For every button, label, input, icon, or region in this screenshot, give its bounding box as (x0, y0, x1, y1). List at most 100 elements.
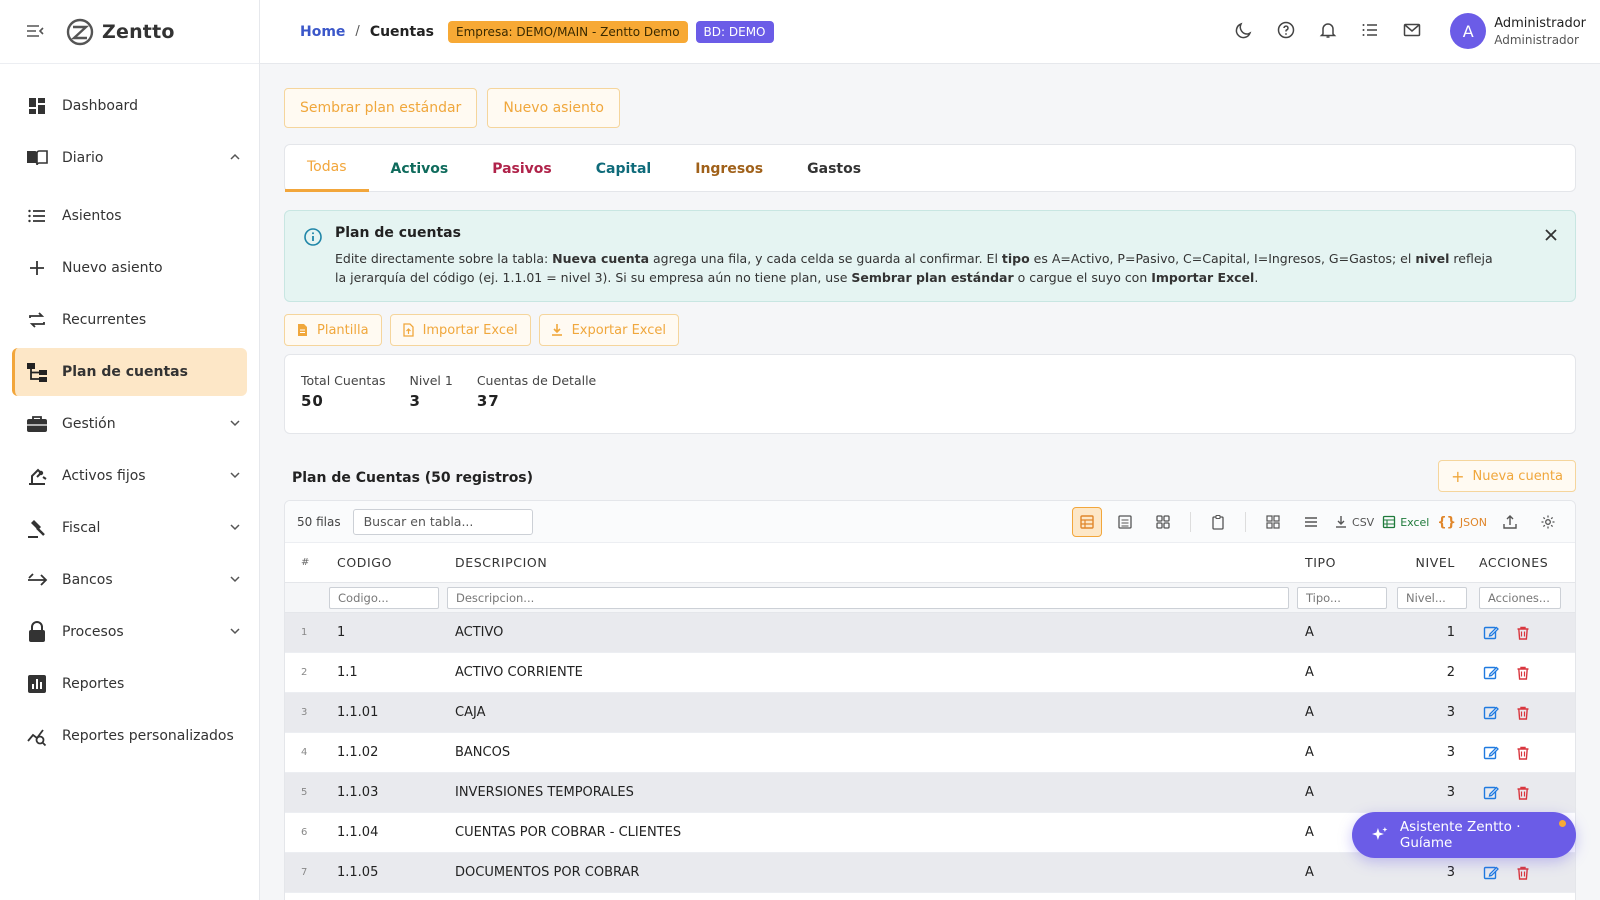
tab-activos[interactable]: Activos (369, 145, 471, 192)
table-row[interactable]: 7 1.1.05 DOCUMENTOS POR COBRAR A 3 (285, 853, 1575, 893)
share-upload-icon[interactable] (1495, 507, 1525, 537)
cell-tipo[interactable]: A (1297, 665, 1387, 680)
cell-nivel[interactable]: 3 (1387, 745, 1457, 760)
chevron-up-icon[interactable] (229, 151, 241, 163)
breadcrumb-home[interactable]: Home (300, 24, 345, 40)
cell-codigo[interactable]: 1.1.05 (329, 865, 447, 880)
new-account-button[interactable]: + Nueva cuenta (1438, 460, 1576, 492)
cell-tipo[interactable]: A (1297, 625, 1387, 640)
chevron-down-icon[interactable] (229, 417, 241, 429)
export-excel-button[interactable]: Exportar Excel (538, 314, 680, 346)
sidebar-item-diario[interactable]: Diario (12, 134, 247, 182)
cell-codigo[interactable]: 1.1.03 (329, 785, 447, 800)
export-csv-button[interactable]: CSV (1334, 507, 1374, 537)
col-header-tipo[interactable]: TIPO (1297, 555, 1387, 570)
notifications-icon[interactable] (1318, 20, 1338, 40)
cell-nivel[interactable]: 3 (1387, 705, 1457, 720)
list-view-icon[interactable] (1110, 507, 1140, 537)
chevron-down-icon[interactable] (229, 625, 241, 637)
close-icon[interactable] (1543, 227, 1559, 243)
sidebar-item-procesos[interactable]: Procesos (12, 608, 247, 656)
sidebar-item-plan-de-cuentas[interactable]: Plan de cuentas (12, 348, 247, 396)
cell-tipo[interactable]: A (1297, 705, 1387, 720)
cell-nivel[interactable]: 3 (1387, 785, 1457, 800)
delete-icon[interactable] (1515, 625, 1531, 641)
task-list-icon[interactable] (1360, 20, 1380, 40)
filter-tipo-input[interactable]: Tipo... (1297, 586, 1387, 609)
cell-tipo[interactable]: A (1297, 745, 1387, 760)
user-menu[interactable]: A Administrador Administrador (1450, 13, 1586, 49)
cell-descripcion[interactable]: DOCUMENTOS POR COBRAR (447, 865, 1297, 880)
help-icon[interactable] (1276, 20, 1296, 40)
cell-codigo[interactable]: 1 (329, 625, 447, 640)
cell-descripcion[interactable]: CAJA (447, 705, 1297, 720)
filter-nivel-input[interactable]: Nivel... (1397, 586, 1467, 609)
row-density-icon[interactable] (1296, 507, 1326, 537)
edit-icon[interactable] (1483, 705, 1499, 721)
table-row[interactable]: 5 1.1.03 INVERSIONES TEMPORALES A 3 (285, 773, 1575, 813)
filter-codigo-input[interactable]: Codigo... (329, 586, 439, 609)
sidebar-item-asientos[interactable]: Asientos (12, 192, 247, 240)
cell-codigo[interactable]: 1.1.01 (329, 705, 447, 720)
cell-nivel[interactable]: 1 (1387, 625, 1457, 640)
tab-todas[interactable]: Todas (285, 145, 369, 192)
delete-icon[interactable] (1515, 705, 1531, 721)
edit-icon[interactable] (1483, 785, 1499, 801)
import-excel-button[interactable]: Importar Excel (389, 314, 531, 346)
table-row[interactable]: 1 1 ACTIVO A 1 (285, 613, 1575, 653)
grid-density-icon[interactable] (1258, 507, 1288, 537)
avatar[interactable]: A (1450, 13, 1487, 49)
cell-codigo[interactable]: 1.1.04 (329, 825, 447, 840)
cell-descripcion[interactable]: ACTIVO CORRIENTE (447, 665, 1297, 680)
delete-icon[interactable] (1515, 665, 1531, 681)
sidebar-item-dashboard[interactable]: Dashboard (12, 82, 247, 130)
tab-capital[interactable]: Capital (574, 145, 673, 192)
delete-icon[interactable] (1515, 865, 1531, 881)
chevron-down-icon[interactable] (229, 521, 241, 533)
table-row[interactable]: 3 1.1.01 CAJA A 3 (285, 693, 1575, 733)
seed-plan-button[interactable]: Sembrar plan estándar (284, 88, 478, 128)
col-header-codigo[interactable]: CODIGO (329, 555, 447, 570)
dark-mode-icon[interactable] (1234, 20, 1254, 40)
delete-icon[interactable] (1515, 745, 1531, 761)
table-search-input[interactable]: Buscar en tabla... (352, 508, 533, 535)
cell-nivel[interactable]: 3 (1387, 865, 1457, 880)
cell-tipo[interactable]: A (1297, 865, 1387, 880)
cell-descripcion[interactable]: ACTIVO (447, 625, 1297, 640)
assistant-button[interactable]: Asistente Zentto · Guíame (1352, 812, 1576, 858)
settings-gear-icon[interactable] (1533, 507, 1563, 537)
sidebar-item-fiscal[interactable]: Fiscal (12, 504, 247, 552)
sidebar-item-gestión[interactable]: Gestión (12, 400, 247, 448)
sidebar-item-activos-fijos[interactable]: Activos fijos (12, 452, 247, 500)
edit-icon[interactable] (1483, 665, 1499, 681)
delete-icon[interactable] (1515, 785, 1531, 801)
new-entry-button[interactable]: Nuevo asiento (487, 88, 620, 128)
chevron-down-icon[interactable] (229, 573, 241, 585)
cell-descripcion[interactable]: CUENTAS POR COBRAR - CLIENTES (447, 825, 1297, 840)
export-excel-grid-button[interactable]: Excel (1382, 507, 1429, 537)
col-header-nivel[interactable]: NIVEL (1387, 555, 1457, 570)
edit-icon[interactable] (1483, 745, 1499, 761)
col-header-descripcion[interactable]: DESCRIPCION (447, 555, 1297, 570)
edit-icon[interactable] (1483, 865, 1499, 881)
cell-codigo[interactable]: 1.1 (329, 665, 447, 680)
mail-icon[interactable] (1402, 20, 1422, 40)
table-view-icon[interactable] (1072, 507, 1103, 537)
clipboard-icon[interactable] (1203, 507, 1233, 537)
cell-codigo[interactable]: 1.1.02 (329, 745, 447, 760)
edit-icon[interactable] (1483, 625, 1499, 641)
cell-tipo[interactable]: A (1297, 785, 1387, 800)
sidebar-item-reportes[interactable]: Reportes (12, 660, 247, 708)
collapse-menu-icon[interactable] (26, 24, 46, 40)
table-row[interactable]: 2 1.1 ACTIVO CORRIENTE A 2 (285, 653, 1575, 693)
cell-descripcion[interactable]: INVERSIONES TEMPORALES (447, 785, 1297, 800)
tab-pasivos[interactable]: Pasivos (470, 145, 574, 192)
chevron-down-icon[interactable] (229, 469, 241, 481)
table-row[interactable]: 4 1.1.02 BANCOS A 3 (285, 733, 1575, 773)
cell-descripcion[interactable]: BANCOS (447, 745, 1297, 760)
sidebar-item-bancos[interactable]: Bancos (12, 556, 247, 604)
sidebar-item-reportes-personalizados[interactable]: Reportes personalizados (12, 712, 247, 760)
card-view-icon[interactable] (1148, 507, 1178, 537)
cell-nivel[interactable]: 2 (1387, 665, 1457, 680)
tab-ingresos[interactable]: Ingresos (673, 145, 785, 192)
